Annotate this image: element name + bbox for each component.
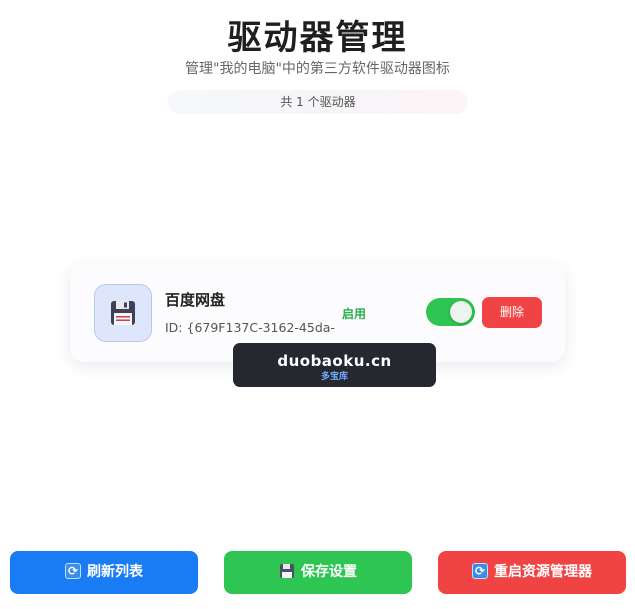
drive-status-label: 启用 [342,307,367,321]
floppy-disk-icon [94,284,152,342]
page-subtitle: 管理"我的电脑"中的第三方软件驱动器图标 [185,61,450,77]
refresh-list-label: 刷新列表 [87,564,143,580]
watermark-subtext: 多宝库 [320,372,348,382]
restart-explorer-button[interactable]: 重启资源管理器 [438,551,626,594]
drive-id: ID: {679F137C-3162-45da- [165,320,335,335]
drive-name: 百度网盘 [165,291,226,309]
refresh-list-button[interactable]: 刷新列表 [10,551,198,594]
drive-enable-toggle[interactable] [426,298,475,326]
refresh-icon [65,551,81,591]
watermark-badge: duobaoku.cn 多宝库 [233,343,436,387]
page-title: 驱动器管理 [227,18,408,58]
floppy-disk-icon [279,554,295,578]
save-settings-button[interactable]: 保存设置 [224,551,412,594]
save-settings-label: 保存设置 [301,564,357,580]
watermark-text: duobaoku.cn [277,352,392,370]
delete-drive-button[interactable]: 删除 [482,297,542,328]
refresh-icon [472,551,488,591]
toggle-knob [450,301,472,323]
drive-count-badge: 共 1 个驱动器 [168,90,468,114]
restart-explorer-label: 重启资源管理器 [494,564,592,580]
